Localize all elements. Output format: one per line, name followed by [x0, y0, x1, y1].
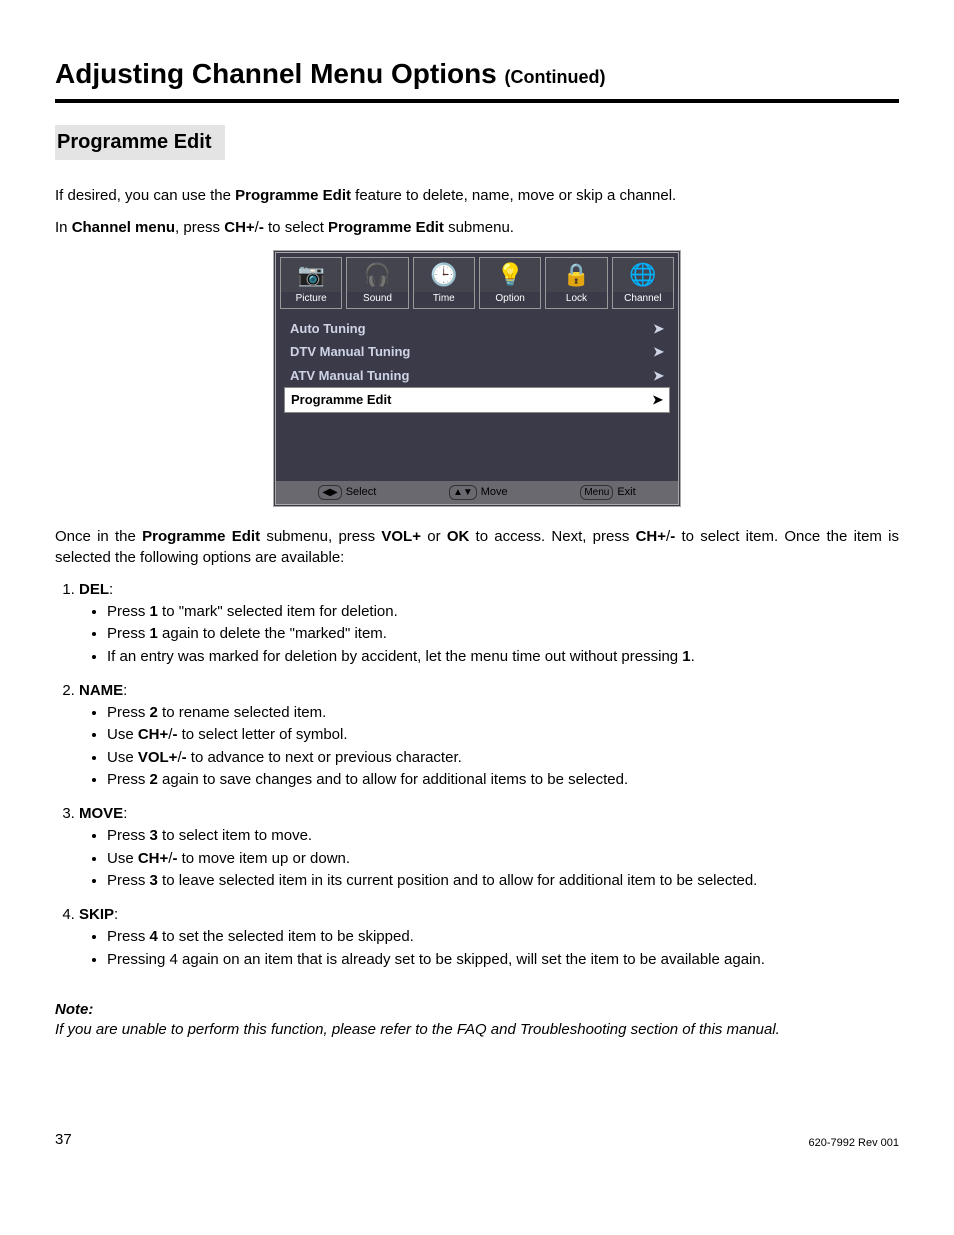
osd-menu-list: Auto Tuning➤ DTV Manual Tuning➤ ATV Manu… [276, 313, 678, 481]
osd-tabs: 📷Picture 🎧Sound 🕒Time 💡Option 🔒Lock 🌐Cha… [276, 253, 678, 313]
tab-lock: 🔒Lock [545, 257, 607, 309]
tab-channel: 🌐Channel [612, 257, 674, 309]
option-list: DEL: Press 1 to "mark" selected item for… [55, 580, 899, 970]
hint-exit: MenuExit [580, 485, 635, 501]
camera-icon: 📷 [281, 258, 341, 292]
skip-sublist: Press 4 to set the selected item to be s… [79, 927, 899, 970]
note-text: If you are unable to perform this functi… [55, 1020, 899, 1040]
chevron-right-icon: ➤ [653, 320, 664, 338]
bulb-icon: 💡 [480, 258, 540, 292]
tab-time: 🕒Time [413, 257, 475, 309]
chevron-right-icon: ➤ [653, 343, 664, 361]
chevron-right-icon: ➤ [652, 391, 663, 409]
note-block: Note: If you are unable to perform this … [55, 1000, 899, 1041]
note-heading: Note: [55, 1000, 899, 1020]
menu-row-dtv-manual: DTV Manual Tuning➤ [284, 340, 670, 364]
menu-row-atv-manual: ATV Manual Tuning➤ [284, 364, 670, 388]
globe-icon: 🌐 [613, 258, 673, 292]
up-down-icon: ▲▼ [449, 485, 477, 501]
tab-option: 💡Option [479, 257, 541, 309]
hint-move: ▲▼Move [449, 485, 508, 501]
option-del: DEL: Press 1 to "mark" selected item for… [79, 580, 899, 667]
page-footer: 37 620-7992 Rev 001 [55, 1130, 899, 1150]
del-sublist: Press 1 to "mark" selected item for dele… [79, 602, 899, 667]
intro-paragraph-2: In Channel menu, press CH+/- to select P… [55, 218, 899, 238]
osd-screenshot: 📷Picture 🎧Sound 🕒Time 💡Option 🔒Lock 🌐Cha… [273, 250, 681, 507]
name-sublist: Press 2 to rename selected item. Use CH+… [79, 703, 899, 790]
left-right-icon: ◀▶ [318, 485, 341, 501]
hint-select: ◀▶Select [318, 485, 376, 501]
option-skip: SKIP: Press 4 to set the selected item t… [79, 905, 899, 970]
osd-blank [284, 413, 670, 473]
option-move: MOVE: Press 3 to select item to move. Us… [79, 804, 899, 891]
page-number: 37 [55, 1130, 72, 1150]
menu-row-auto-tuning: Auto Tuning➤ [284, 317, 670, 341]
para-access: Once in the Programme Edit submenu, pres… [55, 527, 899, 568]
tab-sound: 🎧Sound [346, 257, 408, 309]
clock-icon: 🕒 [414, 258, 474, 292]
menu-row-programme-edit: Programme Edit➤ [284, 387, 670, 413]
menu-key-icon: Menu [580, 485, 613, 501]
title-main: Adjusting Channel Menu Options [55, 58, 497, 89]
tab-picture: 📷Picture [280, 257, 342, 309]
option-name: NAME: Press 2 to rename selected item. U… [79, 681, 899, 790]
chevron-right-icon: ➤ [653, 367, 664, 385]
osd-hint-bar: ◀▶Select ▲▼Move MenuExit [276, 481, 678, 505]
lock-icon: 🔒 [546, 258, 606, 292]
title-continued: (Continued) [505, 67, 606, 87]
revision-code: 620-7992 Rev 001 [808, 1136, 899, 1151]
section-heading: Programme Edit [55, 125, 225, 160]
move-sublist: Press 3 to select item to move. Use CH+/… [79, 826, 899, 891]
title-rule [55, 99, 899, 103]
intro-paragraph-1: If desired, you can use the Programme Ed… [55, 186, 899, 206]
page-title: Adjusting Channel Menu Options (Continue… [55, 55, 899, 93]
headphones-icon: 🎧 [347, 258, 407, 292]
